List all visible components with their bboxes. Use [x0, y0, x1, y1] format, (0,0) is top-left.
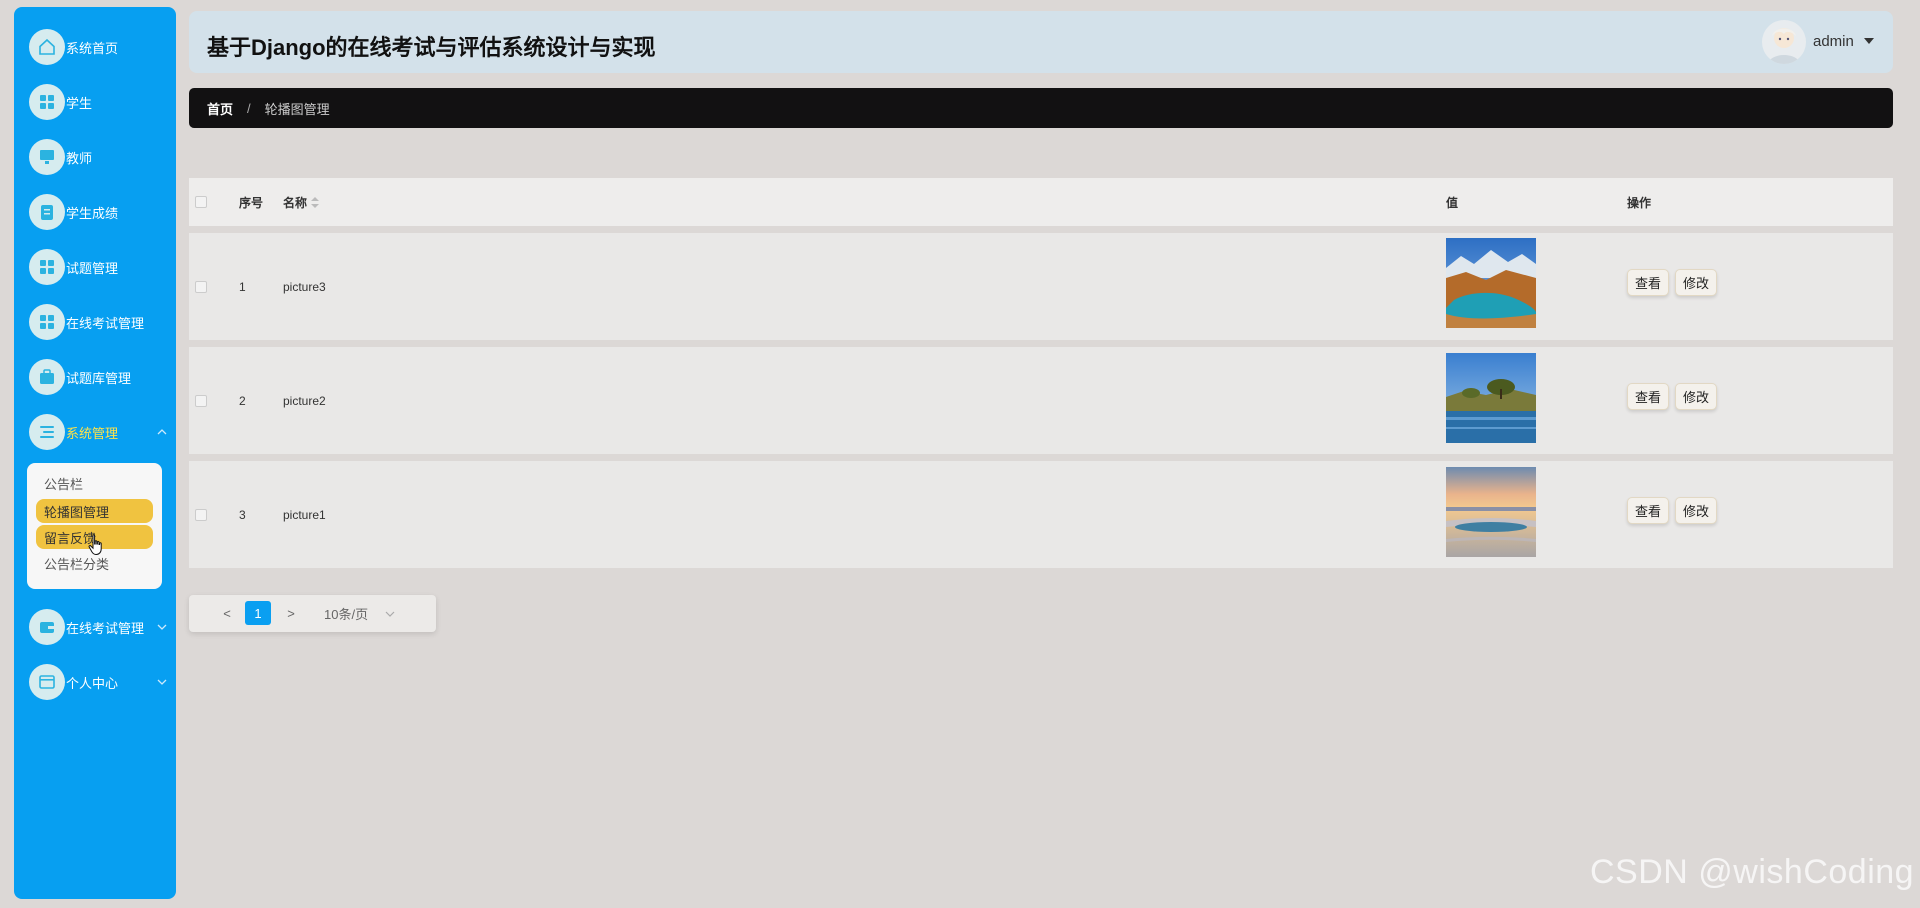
sidebar-item-label: 系统首页: [66, 40, 119, 56]
row-index: 1: [239, 280, 246, 294]
sidebar-item-questions[interactable]: 试题管理: [29, 247, 169, 287]
sidebar-item-online-exam[interactable]: 在线考试管理: [29, 302, 169, 342]
sidebar-item-label: 教师: [66, 150, 93, 166]
row-image[interactable]: [1446, 238, 1536, 328]
prev-page-button[interactable]: <: [221, 601, 233, 625]
top-header: 基于Django的在线考试与评估系统设计与实现 admin: [189, 11, 1893, 73]
view-button[interactable]: 查看: [1627, 497, 1670, 524]
column-header-value: 值: [1446, 195, 1459, 210]
sidebar-item-students[interactable]: 学生: [29, 82, 169, 122]
sidebar-item-system[interactable]: 系统管理: [29, 412, 169, 452]
sort-icon[interactable]: [311, 197, 319, 208]
breadcrumb-home[interactable]: 首页: [207, 99, 233, 118]
view-button[interactable]: 查看: [1627, 383, 1670, 410]
row-name: picture1: [283, 508, 326, 522]
clipboard-icon: [29, 194, 65, 230]
select-all-checkbox[interactable]: [195, 196, 207, 208]
row-name: picture3: [283, 280, 326, 294]
column-header-name[interactable]: 名称: [283, 194, 307, 211]
card-icon: [29, 664, 65, 700]
row-checkbox[interactable]: [195, 509, 207, 521]
edit-button[interactable]: 修改: [1675, 269, 1718, 296]
column-header-index: 序号: [239, 195, 264, 210]
monitor-icon: [29, 139, 65, 175]
sidebar-item-question-bank[interactable]: 试题库管理: [29, 357, 169, 397]
chevron-down-icon[interactable]: [385, 610, 395, 618]
row-index: 3: [239, 508, 246, 522]
edit-button[interactable]: 修改: [1675, 497, 1718, 524]
app-title: 基于Django的在线考试与评估系统设计与实现: [207, 35, 656, 60]
grid-icon: [29, 304, 65, 340]
sidebar-item-profile[interactable]: 个人中心: [29, 662, 169, 702]
briefcase-icon: [29, 359, 65, 395]
sidebar-item-label: 个人中心: [66, 675, 119, 691]
chevron-down-icon: [157, 624, 167, 630]
avatar[interactable]: [1762, 20, 1806, 64]
sidebar-item-scores[interactable]: 学生成绩: [29, 192, 169, 232]
breadcrumb-current: 轮播图管理: [264, 101, 330, 117]
column-header-actions: 操作: [1627, 195, 1652, 210]
row-image[interactable]: [1446, 353, 1536, 443]
view-button[interactable]: 查看: [1627, 269, 1670, 296]
grid-icon: [29, 249, 65, 285]
page-size-select[interactable]: 10条/页: [324, 601, 368, 625]
page-number-current[interactable]: 1: [245, 601, 271, 625]
table-header: 序号 名称 值 操作: [189, 178, 1893, 226]
sidebar-item-label: 试题管理: [66, 260, 119, 276]
chevron-down-icon: [157, 679, 167, 685]
caret-down-icon[interactable]: [1864, 37, 1874, 45]
sidebar-item-home[interactable]: 系统首页: [29, 27, 169, 67]
row-checkbox[interactable]: [195, 281, 207, 293]
system-submenu: 公告栏 轮播图管理 留言反馈 公告栏分类: [27, 463, 162, 589]
home-icon: [29, 29, 65, 65]
submenu-item-notice[interactable]: 公告栏: [36, 471, 153, 495]
sidebar-item-label: 学生: [66, 95, 93, 111]
row-image[interactable]: [1446, 467, 1536, 557]
sidebar-item-label: 学生成绩: [66, 205, 119, 221]
table-row: 1 picture3 查看 修改: [189, 233, 1893, 340]
submenu-item-carousel[interactable]: 轮播图管理: [36, 499, 153, 523]
chevron-up-icon: [157, 429, 167, 435]
sidebar-item-label: 系统管理: [66, 425, 119, 441]
row-checkbox[interactable]: [195, 395, 207, 407]
sidebar-item-teachers[interactable]: 教师: [29, 137, 169, 177]
table-row: 3 picture1 查看 修改: [189, 461, 1893, 568]
table-row: 2 picture2 查看 修改: [189, 347, 1893, 454]
sidebar-item-label: 试题库管理: [66, 370, 132, 386]
grid-icon: [29, 84, 65, 120]
next-page-button[interactable]: >: [285, 601, 297, 625]
pagination: < 1 > 10条/页: [189, 595, 436, 632]
sidebar-item-label: 在线考试管理: [66, 620, 145, 636]
edit-button[interactable]: 修改: [1675, 383, 1718, 410]
sidebar-item-online-exam-2[interactable]: 在线考试管理: [29, 607, 169, 647]
watermark: CSDN @wishCoding: [1590, 853, 1915, 891]
sidebar-item-label: 在线考试管理: [66, 315, 145, 331]
wallet-icon: [29, 609, 65, 645]
breadcrumb: 首页 / 轮播图管理: [189, 88, 1893, 128]
breadcrumb-separator: /: [247, 100, 251, 116]
row-name: picture2: [283, 394, 326, 408]
row-index: 2: [239, 394, 246, 408]
user-name[interactable]: admin: [1813, 33, 1854, 50]
list-icon: [29, 414, 65, 450]
sidebar: 系统首页 学生 教师 学生成绩 试题管理 在线考试管理 试题库管理 系统管理 在…: [14, 7, 176, 899]
hand-cursor-icon: [88, 534, 102, 555]
